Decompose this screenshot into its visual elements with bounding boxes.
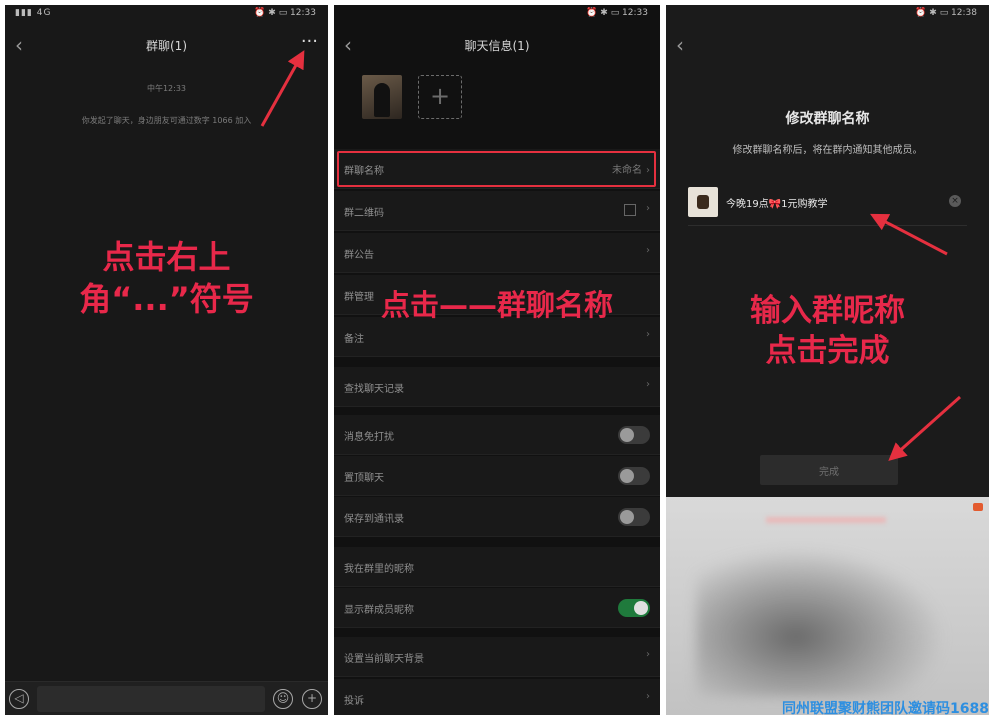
row-label: 置顶聊天: [344, 473, 384, 484]
group-name-input[interactable]: 今晚19点🎀1元购教学: [726, 195, 828, 210]
message-input[interactable]: [37, 686, 265, 712]
row-show-nicknames[interactable]: 显示群成员昵称: [334, 588, 660, 628]
chat-info-panel: ⏰ ✱ ▭ 12:33 ‹ 聊天信息(1) + 群聊名称 未命名 › 群二维码 ›…: [334, 5, 660, 715]
status-bar: ⏰ ✱ ▭ 12:38: [666, 5, 989, 23]
annotation-line: 输入群昵称: [750, 293, 905, 329]
annotation-line: 点击完成: [765, 333, 890, 370]
row-group-qr[interactable]: 群二维码 ›: [334, 191, 660, 231]
status-right: ⏰ ✱ ▭ 12:33: [586, 8, 648, 18]
add-member-button[interactable]: +: [418, 75, 462, 119]
more-options-icon[interactable]: ···: [301, 31, 318, 52]
chevron-right-icon: ›: [646, 245, 650, 256]
done-button[interactable]: 完成: [760, 455, 898, 485]
row-label: 我在群里的昵称: [344, 564, 414, 575]
clear-icon[interactable]: ×: [949, 195, 961, 207]
row-group-notice[interactable]: 群公告 ›: [334, 233, 660, 273]
chevron-right-icon: ›: [646, 649, 650, 660]
chevron-right-icon: ›: [646, 379, 650, 390]
pin-toggle[interactable]: [618, 467, 650, 485]
row-save-contacts[interactable]: 保存到通讯录: [334, 497, 660, 537]
row-chat-background[interactable]: 设置当前聊天背景 ›: [334, 637, 660, 677]
mute-toggle[interactable]: [618, 426, 650, 444]
status-right: ⏰ ✱ ▭ 12:33: [254, 8, 316, 18]
chat-input-bar: ◁ ☺ +: [5, 681, 328, 715]
highlight-box: [337, 151, 656, 187]
chat-panel: ▮▮▮ 4G ⏰ ✱ ▭ 12:33 ‹ 群聊(1) ··· 中午12:33 你…: [5, 5, 328, 715]
annotation-tap-group-name: 点击——群聊名称: [380, 288, 613, 322]
rename-header: ‹: [666, 29, 989, 63]
chat-header: ‹ 群聊(1) ···: [5, 29, 328, 63]
row-label: 群公告: [344, 250, 374, 261]
rename-group-panel: ⏰ ✱ ▭ 12:38 ‹ 修改群聊名称 修改群聊名称后，将在群内通知其他成员。…: [666, 5, 989, 715]
row-report[interactable]: 投诉 ›: [334, 679, 660, 715]
status-bar: ⏰ ✱ ▭ 12:33: [334, 5, 660, 23]
show-nicknames-toggle[interactable]: [618, 599, 650, 617]
row-label: 消息免打扰: [344, 432, 394, 443]
chevron-right-icon: ›: [646, 691, 650, 702]
status-right: ⏰ ✱ ▭ 12:38: [915, 8, 977, 18]
qr-code-icon: [624, 204, 636, 216]
annotation-tap-more: 点击右上 角“...”符号: [5, 237, 328, 320]
row-label: 显示群成员昵称: [344, 605, 414, 616]
row-label: 投诉: [344, 696, 364, 707]
chevron-right-icon: ›: [646, 203, 650, 214]
row-search-history[interactable]: 查找聊天记录 ›: [334, 367, 660, 407]
keyboard-badge-icon: [973, 503, 983, 511]
annotation-enter-name: 输入群昵称 点击完成: [666, 291, 989, 372]
row-my-nickname[interactable]: 我在群里的昵称: [334, 547, 660, 587]
chat-info-header: ‹ 聊天信息(1): [334, 29, 660, 63]
row-label: 保存到通讯录: [344, 514, 404, 525]
emoji-icon[interactable]: ☺: [273, 689, 293, 709]
chat-title: 群聊(1): [146, 39, 187, 53]
chevron-right-icon: ›: [646, 329, 650, 340]
status-bar: ▮▮▮ 4G ⏰ ✱ ▭ 12:33: [5, 5, 328, 23]
keyboard-area[interactable]: [666, 497, 989, 715]
voice-icon[interactable]: ◁: [9, 689, 29, 709]
back-icon[interactable]: ‹: [672, 33, 688, 57]
system-message: 你发起了聊天，身边朋友可通过数字 1066 加入: [81, 116, 252, 125]
plus-icon[interactable]: +: [302, 689, 322, 709]
row-label: 查找聊天记录: [344, 384, 404, 395]
group-avatar: [688, 187, 718, 217]
watermark: 同州联盟聚财熊团队邀请码1688: [782, 701, 989, 717]
rename-title: 修改群聊名称: [785, 111, 870, 127]
signal-icon: ▮▮▮ 4G: [15, 8, 52, 18]
annotation-line: 角“...”符号: [79, 279, 254, 318]
rename-subtitle: 修改群聊名称后，将在群内通知其他成员。: [732, 145, 923, 156]
row-mute[interactable]: 消息免打扰: [334, 415, 660, 455]
row-label: 备注: [344, 334, 364, 345]
member-avatar[interactable]: [362, 75, 402, 119]
chat-info-title: 聊天信息(1): [464, 39, 530, 53]
save-contacts-toggle[interactable]: [618, 508, 650, 526]
annotation-line: 点击右上: [102, 238, 231, 276]
row-label: 群二维码: [344, 208, 384, 219]
message-time: 中午12:33: [146, 84, 187, 93]
row-label: 设置当前聊天背景: [344, 654, 424, 665]
row-pin[interactable]: 置顶聊天: [334, 456, 660, 496]
input-underline: [688, 225, 967, 226]
